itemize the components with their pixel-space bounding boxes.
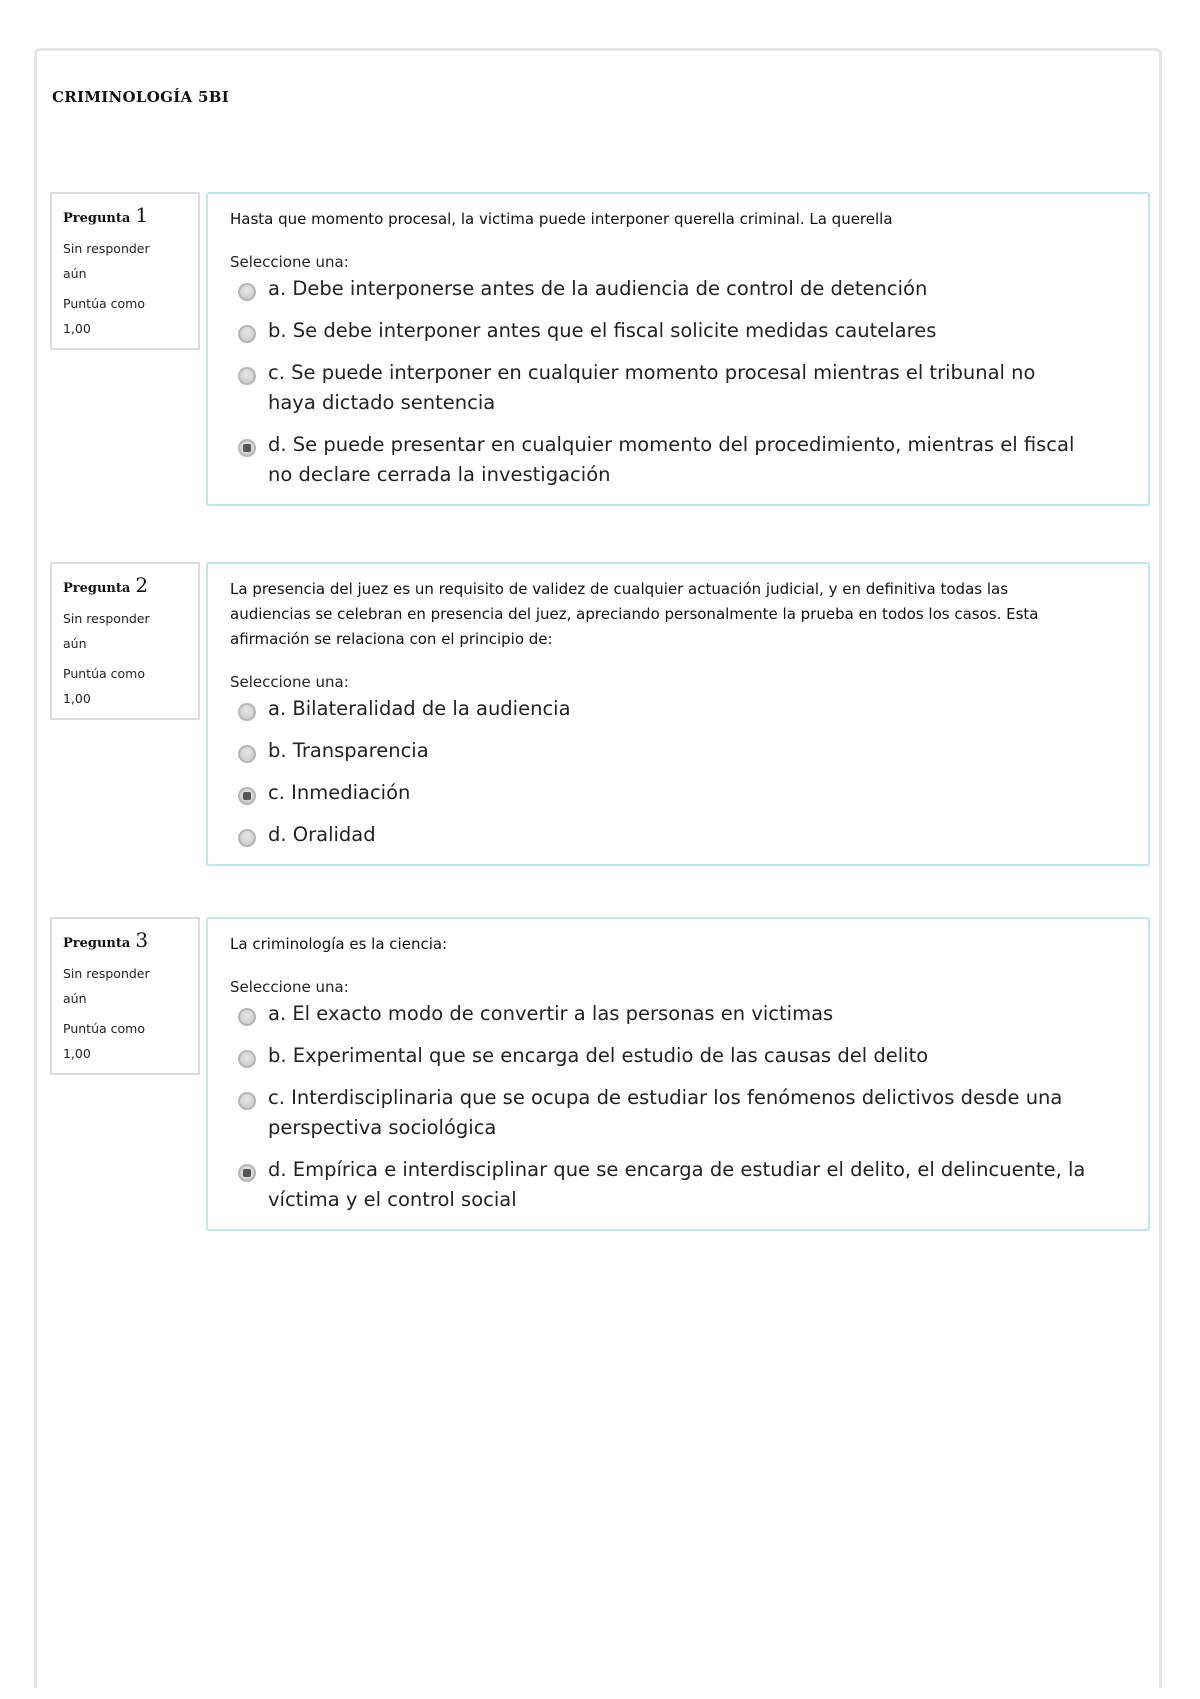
question-content: La criminología es la ciencia: Seleccion…: [206, 917, 1150, 1231]
answer-label[interactable]: b. Transparencia: [268, 739, 429, 762]
answer-label[interactable]: c. Inmediación: [268, 781, 410, 804]
question-info: Pregunta 2 Sin responder aún Puntúa como…: [50, 562, 200, 720]
select-prompt: Seleccione una:: [230, 253, 349, 271]
question-status: Sin responder aún: [63, 241, 150, 281]
answer-option-d[interactable]: d. Empírica e interdisciplinar que se en…: [230, 1155, 1128, 1215]
question-label: Pregunta: [63, 581, 131, 596]
radio-button[interactable]: [238, 283, 256, 301]
question-number: Pregunta 3: [63, 929, 188, 955]
question-number-value: 2: [135, 573, 149, 597]
question-label: Pregunta: [63, 211, 131, 226]
question-number-value: 1: [135, 203, 149, 227]
answer-label[interactable]: c. Interdisciplinaria que se ocupa de es…: [268, 1086, 1062, 1139]
answer-label[interactable]: d. Empírica e interdisciplinar que se en…: [268, 1158, 1085, 1211]
answer-label[interactable]: d. Se puede presentar en cualquier momen…: [268, 433, 1074, 486]
select-prompt: Seleccione una:: [230, 978, 349, 996]
question-score: 1,00: [63, 1046, 91, 1061]
radio-button-selected[interactable]: [238, 1164, 256, 1182]
answer-label[interactable]: b. Experimental que se encarga del estud…: [268, 1044, 928, 1067]
radio-button[interactable]: [238, 1092, 256, 1110]
radio-button[interactable]: [238, 325, 256, 343]
quiz-title: CRIMINOLOGÍA 5BI: [52, 88, 230, 106]
radio-button-selected[interactable]: [238, 787, 256, 805]
question-text: La presencia del juez es un requisito de…: [230, 580, 1039, 648]
answer-label[interactable]: a. Bilateralidad de la audiencia: [268, 697, 571, 720]
answer-option-b[interactable]: b. Experimental que se encarga del estud…: [230, 1041, 1128, 1071]
radio-button[interactable]: [238, 703, 256, 721]
answer-option-d[interactable]: d. Oralidad: [230, 820, 1128, 850]
question-number: Pregunta 1: [63, 204, 188, 230]
question-text: Hasta que momento procesal, la victima p…: [230, 210, 893, 228]
answer-option-c[interactable]: c. Se puede interponer en cualquier mome…: [230, 358, 1128, 418]
question-content: La presencia del juez es un requisito de…: [206, 562, 1150, 866]
answer-list: a. Bilateralidad de la audiencia b. Tran…: [230, 694, 1128, 850]
answer-list: a. El exacto modo de convertir a las per…: [230, 999, 1128, 1215]
question-label: Pregunta: [63, 936, 131, 951]
radio-button[interactable]: [238, 367, 256, 385]
radio-button[interactable]: [238, 1008, 256, 1026]
answer-label[interactable]: b. Se debe interponer antes que el fisca…: [268, 319, 936, 342]
answer-label[interactable]: c. Se puede interponer en cualquier mome…: [268, 361, 1035, 414]
answer-option-a[interactable]: a. Bilateralidad de la audiencia: [230, 694, 1128, 724]
question-number-value: 3: [135, 928, 149, 952]
answer-label[interactable]: a. El exacto modo de convertir a las per…: [268, 1002, 833, 1025]
radio-button-selected[interactable]: [238, 439, 256, 457]
answer-option-b[interactable]: b. Transparencia: [230, 736, 1128, 766]
question-info: Pregunta 1 Sin responder aún Puntúa como…: [50, 192, 200, 350]
question-content: Hasta que momento procesal, la victima p…: [206, 192, 1150, 506]
question-score-label: Puntúa como: [63, 296, 145, 311]
answer-option-c[interactable]: c. Interdisciplinaria que se ocupa de es…: [230, 1083, 1128, 1143]
question-score-label: Puntúa como: [63, 1021, 145, 1036]
answer-option-a[interactable]: a. Debe interponerse antes de la audienc…: [230, 274, 1128, 304]
question-status: Sin responder aún: [63, 966, 150, 1006]
answer-list: a. Debe interponerse antes de la audienc…: [230, 274, 1128, 490]
question-score: 1,00: [63, 691, 91, 706]
question-score: 1,00: [63, 321, 91, 336]
question-status: Sin responder aún: [63, 611, 150, 651]
radio-button[interactable]: [238, 1050, 256, 1068]
question-score-label: Puntúa como: [63, 666, 145, 681]
radio-button[interactable]: [238, 829, 256, 847]
question-info: Pregunta 3 Sin responder aún Puntúa como…: [50, 917, 200, 1075]
question-number: Pregunta 2: [63, 574, 188, 600]
answer-option-b[interactable]: b. Se debe interponer antes que el fisca…: [230, 316, 1128, 346]
answer-option-c[interactable]: c. Inmediación: [230, 778, 1128, 808]
answer-option-a[interactable]: a. El exacto modo de convertir a las per…: [230, 999, 1128, 1029]
question-text: La criminología es la ciencia:: [230, 935, 448, 953]
answer-label[interactable]: d. Oralidad: [268, 823, 376, 846]
answer-option-d[interactable]: d. Se puede presentar en cualquier momen…: [230, 430, 1128, 490]
radio-button[interactable]: [238, 745, 256, 763]
answer-label[interactable]: a. Debe interponerse antes de la audienc…: [268, 277, 927, 300]
select-prompt: Seleccione una:: [230, 673, 349, 691]
